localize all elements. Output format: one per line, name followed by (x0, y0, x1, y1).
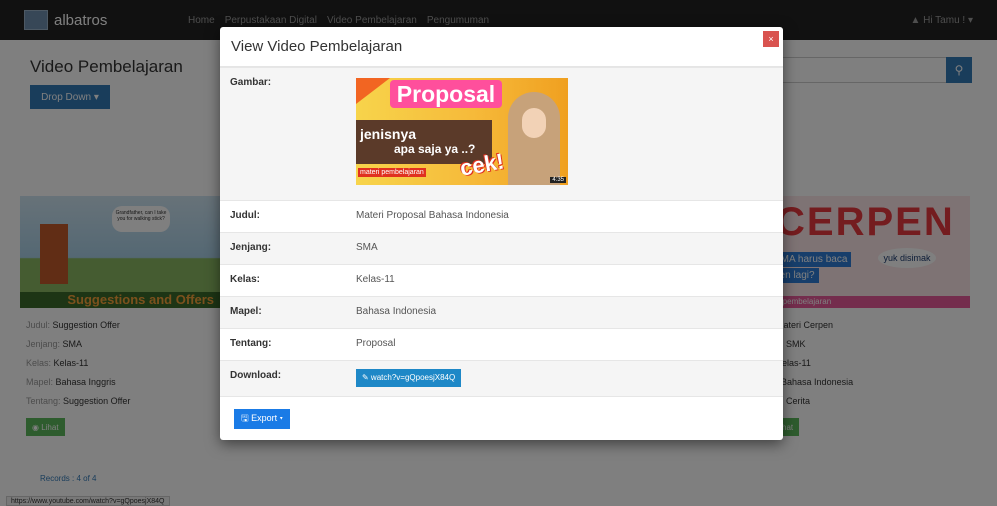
thumbnail-line3: materi pembelajaran (358, 168, 426, 177)
row-label: Download: (230, 370, 282, 381)
modal-title: View Video Pembelajaran (231, 38, 403, 55)
row-label: Judul: (230, 210, 260, 221)
thumbnail-line1: jenisnya (360, 126, 417, 142)
presenter-illustration (508, 92, 560, 185)
export-row: 🖫 Export ▾ (220, 396, 783, 440)
row-download: Download: ✎ watch?v=gQpoesjX84Q (220, 360, 783, 396)
presenter-face (522, 108, 546, 138)
row-value: Bahasa Indonesia (356, 306, 437, 317)
row-value: Materi Proposal Bahasa Indonesia (356, 210, 509, 221)
row-kelas: Kelas: Kelas-11 (220, 264, 783, 296)
row-jenjang: Jenjang: SMA (220, 232, 783, 264)
row-label: Mapel: (230, 306, 262, 317)
modal-header: View Video Pembelajaran × (220, 27, 783, 67)
thumbnail-line2: apa saja ya ..? (394, 142, 476, 156)
view-video-modal: View Video Pembelajaran × Gambar: Propos… (220, 27, 783, 440)
close-icon: × (768, 34, 774, 44)
thumbnail-title: Proposal (390, 80, 502, 108)
row-value: Proposal (356, 338, 396, 349)
row-value: ✎ watch?v=gQpoesjX84Q (356, 361, 462, 387)
row-label: Gambar: (230, 77, 272, 88)
row-value: SMA (356, 242, 378, 253)
row-judul: Judul: Materi Proposal Bahasa Indonesia (220, 200, 783, 232)
corner-triangle (356, 78, 390, 104)
row-label: Kelas: (230, 274, 261, 285)
export-button[interactable]: 🖫 Export ▾ (234, 409, 291, 429)
video-thumbnail-image: Proposal jenisnya apa saja ya ..? materi… (356, 78, 568, 185)
thumbnail-duration: 4:35 (550, 177, 566, 183)
row-value: Kelas-11 (356, 274, 395, 285)
row-label: Tentang: (230, 338, 272, 349)
row-mapel: Mapel: Bahasa Indonesia (220, 296, 783, 328)
row-label: Jenjang: (230, 242, 272, 253)
download-link-button[interactable]: ✎ watch?v=gQpoesjX84Q (356, 369, 462, 387)
row-tentang: Tentang: Proposal (220, 328, 783, 360)
row-value: Proposal jenisnya apa saja ya ..? materi… (356, 68, 568, 185)
detail-table: Gambar: Proposal jenisnya apa saja ya ..… (220, 67, 783, 440)
row-gambar: Gambar: Proposal jenisnya apa saja ya ..… (220, 67, 783, 200)
close-button[interactable]: × (763, 31, 779, 47)
